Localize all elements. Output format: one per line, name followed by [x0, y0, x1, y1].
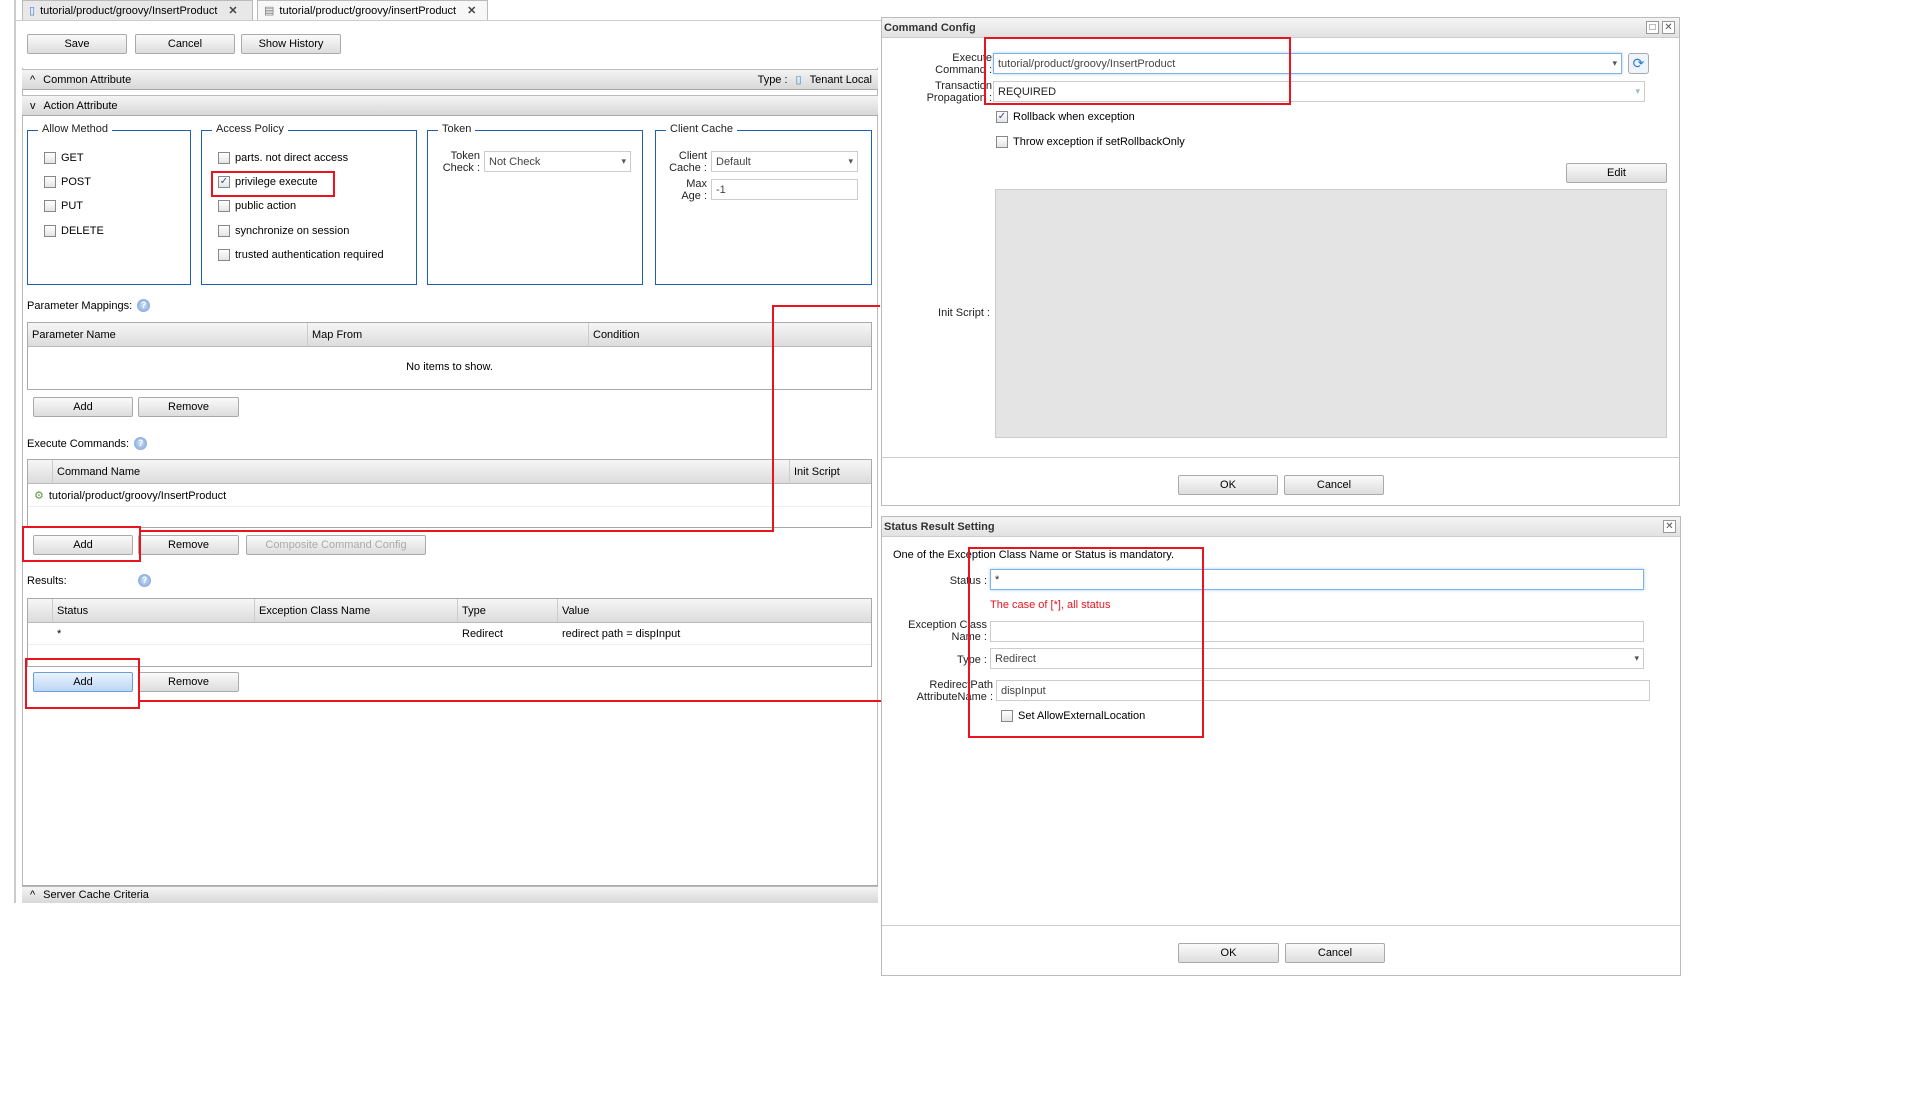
column-header-exception-class-name[interactable]: Exception Class Name — [255, 599, 458, 623]
chevron-down-icon: v — [30, 99, 36, 112]
execute-commands-table: Command Name Init Script ⚙ tutorial/produ… — [27, 459, 872, 528]
chevron-down-icon: ▾ — [1635, 86, 1640, 96]
edit-button[interactable]: Edit — [1566, 163, 1667, 183]
column-header-blank — [28, 599, 53, 623]
cell-value: redirect path = dispInput — [562, 627, 681, 640]
public-action-checkbox[interactable]: public action — [218, 200, 296, 212]
script-icon: ▤ — [264, 5, 275, 17]
parameter-mappings-table: Parameter Name Map From Condition No ite… — [27, 322, 872, 390]
connector-line — [140, 700, 881, 702]
frame-border — [14, 0, 16, 903]
token-check-label: Token Check : — [442, 150, 480, 174]
cell-status: * — [57, 627, 62, 640]
column-header-command-name[interactable]: Command Name — [53, 460, 790, 484]
parts-not-direct-access-checkbox[interactable]: parts. not direct access — [218, 152, 348, 164]
chevron-up-icon: ^ — [30, 73, 36, 86]
close-icon[interactable]: ✕ — [467, 4, 476, 17]
action-attribute-header[interactable]: v Action Attribute — [22, 95, 878, 116]
max-age-label: Max Age : — [681, 178, 707, 202]
maximize-icon[interactable]: □ — [1646, 21, 1659, 34]
document-icon: ▯ — [795, 74, 802, 86]
connector-line — [140, 530, 774, 532]
token-check-select[interactable]: Not Check ▾ — [484, 151, 631, 172]
column-header-status[interactable]: Status — [53, 599, 255, 623]
tab-insertproduct-1[interactable]: ▯ tutorial/product/groovy/InsertProduct ✕ — [22, 0, 253, 20]
close-icon[interactable]: ✕ — [1663, 520, 1676, 533]
column-header-blank — [28, 460, 53, 484]
client-cache-label: Client Cache : — [669, 150, 707, 174]
help-icon[interactable]: ? — [137, 299, 151, 312]
tab-insertproduct-2[interactable]: ▤ tutorial/product/groovy/insertProduct ✕ — [257, 0, 488, 20]
server-cache-criteria-header[interactable]: ^ Server Cache Criteria — [22, 886, 878, 903]
refresh-icon[interactable]: ⟳ — [1628, 53, 1649, 74]
cell-type: Redirect — [462, 627, 503, 640]
column-header-init-script[interactable]: Init Script — [790, 460, 871, 484]
chevron-up-icon: ^ — [30, 889, 36, 901]
results-remove-button[interactable]: Remove — [138, 672, 239, 692]
empty-message: No items to show. — [406, 361, 493, 373]
highlight-box — [25, 658, 140, 709]
get-checkbox[interactable]: GET — [44, 152, 84, 164]
help-icon[interactable]: ? — [138, 574, 151, 587]
divider — [882, 457, 1679, 458]
column-header-type[interactable]: Type — [458, 599, 558, 623]
cancel-button[interactable]: Cancel — [1284, 475, 1384, 495]
cancel-button[interactable]: Cancel — [1285, 943, 1385, 963]
close-icon[interactable]: ✕ — [1662, 21, 1675, 34]
divider — [882, 925, 1680, 926]
post-checkbox[interactable]: POST — [44, 176, 91, 188]
parameter-remove-button[interactable]: Remove — [138, 397, 239, 417]
parameter-add-button[interactable]: Add — [33, 397, 133, 417]
highlight-box — [211, 171, 335, 197]
delete-checkbox[interactable]: DELETE — [44, 225, 104, 237]
results-label: Results:? — [27, 574, 151, 587]
column-header-parameter-name[interactable]: Parameter Name — [28, 323, 308, 347]
transaction-propagation-label: Transaction Propagation : — [926, 80, 992, 104]
connector-line — [772, 305, 774, 532]
divider — [16, 20, 881, 21]
throw-exception-checkbox[interactable]: Throw exception if setRollbackOnly — [996, 136, 1185, 148]
common-attribute-header[interactable]: ^ Common Attribute Type : ▯ Tenant Local — [22, 69, 878, 90]
init-script-area[interactable] — [995, 189, 1667, 438]
close-icon[interactable]: ✕ — [228, 4, 237, 17]
put-checkbox[interactable]: PUT — [44, 200, 83, 212]
cancel-button[interactable]: Cancel — [135, 34, 235, 54]
rollback-when-exception-checkbox[interactable]: ✓ Rollback when exception — [996, 111, 1135, 123]
highlight-box — [984, 37, 1291, 105]
help-icon[interactable]: ? — [134, 437, 148, 450]
connector-line — [772, 305, 880, 307]
highlight-box — [968, 547, 1204, 738]
highlight-box — [22, 526, 141, 562]
max-age-input[interactable]: -1 — [711, 179, 858, 200]
show-history-button[interactable]: Show History — [241, 34, 341, 54]
chevron-down-icon: ▾ — [1634, 653, 1639, 663]
composite-command-config-button[interactable]: Composite Command Config — [246, 535, 426, 555]
results-table: Status Exception Class Name Type Value *… — [27, 598, 872, 667]
chevron-down-icon: ▾ — [1612, 58, 1617, 68]
chevron-down-icon: ▾ — [848, 156, 853, 166]
trusted-authentication-checkbox[interactable]: trusted authentication required — [218, 249, 384, 261]
parameter-mappings-label: Parameter Mappings:? — [27, 299, 151, 312]
document-icon: ▯ — [29, 5, 36, 17]
dialog-title: Command Config — [882, 18, 1679, 38]
ok-button[interactable]: OK — [1178, 943, 1279, 963]
column-header-condition[interactable]: Condition — [589, 323, 871, 347]
execute-command-label: Execute Command : — [935, 52, 992, 76]
chevron-down-icon: ▾ — [621, 156, 626, 166]
execute-commands-label: Execute Commands:? — [27, 437, 148, 450]
gear-icon: ⚙ — [34, 490, 44, 502]
client-cache-select[interactable]: Default ▾ — [711, 151, 858, 172]
column-header-map-from[interactable]: Map From — [308, 323, 589, 347]
table-row[interactable]: * Redirect redirect path = dispInput — [28, 623, 871, 645]
table-row[interactable]: ⚙ tutorial/product/groovy/InsertProduct — [28, 485, 871, 507]
execute-remove-button[interactable]: Remove — [138, 535, 239, 555]
init-script-label: Init Script : — [938, 307, 990, 319]
ok-button[interactable]: OK — [1178, 475, 1278, 495]
synchronize-on-session-checkbox[interactable]: synchronize on session — [218, 225, 349, 237]
dialog-title: Status Result Setting — [882, 517, 1680, 537]
column-header-value[interactable]: Value — [558, 599, 871, 623]
save-button[interactable]: Save — [27, 34, 127, 54]
